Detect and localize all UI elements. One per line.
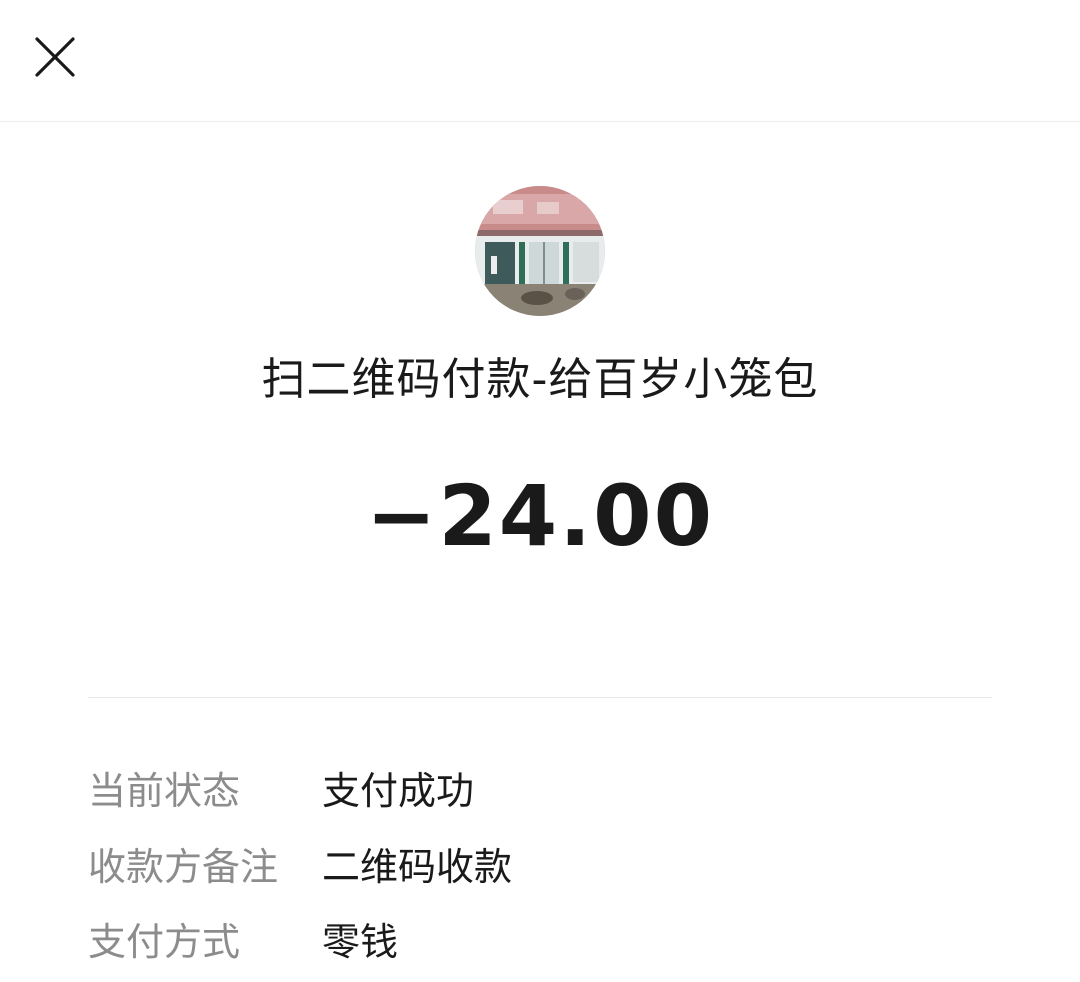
close-button[interactable] xyxy=(24,26,86,88)
detail-value: 支付成功 xyxy=(322,769,475,813)
close-icon xyxy=(35,37,75,77)
detail-value: 二维码收款 xyxy=(322,845,513,889)
shop-storefront-image xyxy=(475,186,605,316)
payment-amount: −24.00 xyxy=(365,467,715,565)
detail-label: 支付方式 xyxy=(88,920,241,964)
payment-title: 扫二维码付款-给百岁小笼包 xyxy=(261,354,819,405)
detail-row-payment-method: 支付方式 零钱 xyxy=(88,914,992,970)
detail-row-status: 当前状态 支付成功 xyxy=(88,763,992,819)
detail-label: 当前状态 xyxy=(88,769,241,813)
detail-value: 零钱 xyxy=(322,920,399,964)
detail-row-payee-note: 收款方备注 二维码收款 xyxy=(88,839,992,895)
merchant-avatar xyxy=(475,186,605,316)
top-bar xyxy=(0,0,1080,122)
section-divider xyxy=(88,697,992,698)
detail-label: 收款方备注 xyxy=(88,845,279,889)
